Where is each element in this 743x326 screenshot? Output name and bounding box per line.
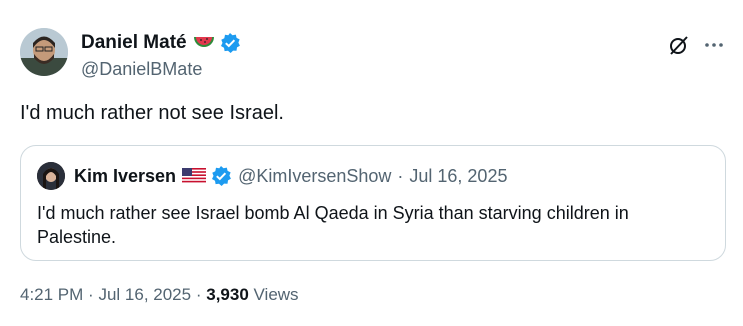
post-actions — [667, 33, 725, 57]
watermelon-icon — [193, 34, 215, 52]
more-icon[interactable] — [703, 34, 725, 56]
post-time[interactable]: 4:21 PM — [20, 285, 83, 304]
quoted-author-display-name[interactable]: Kim Iversen — [74, 166, 176, 187]
footer-separator: · — [195, 285, 202, 304]
quoted-author-handle[interactable]: @KimIversenShow — [238, 166, 391, 187]
quoted-author-avatar[interactable] — [37, 162, 65, 190]
author-avatar[interactable] — [20, 28, 68, 76]
quoted-post-text: I'd much rather see Israel bomb Al Qaeda… — [37, 203, 629, 247]
post-text: I'd much rather not see Israel. — [20, 102, 284, 124]
quoted-post[interactable]: Kim Iversen @KimIversenShow · Jul 16, 20… — [20, 145, 726, 261]
quoted-post-header: Kim Iversen @KimIversenShow · Jul 16, 20… — [37, 162, 507, 190]
us-flag-icon — [182, 168, 207, 184]
author-names: Daniel Maté @DanielBMate — [81, 31, 241, 80]
post-date[interactable]: Jul 16, 2025 — [98, 285, 191, 304]
author-display-name[interactable]: Daniel Maté — [81, 32, 187, 54]
grok-icon[interactable] — [667, 33, 691, 57]
post-footer: 4:21 PM · Jul 16, 2025 · 3,930 Views — [20, 285, 299, 305]
views-count: 3,930 — [206, 285, 249, 304]
verified-badge-icon — [219, 32, 241, 54]
quoted-verified-badge-icon — [210, 165, 232, 187]
post-header: Daniel Maté @DanielBMate — [20, 28, 725, 84]
quoted-date[interactable]: Jul 16, 2025 — [409, 166, 507, 187]
footer-separator: · — [88, 285, 94, 304]
author-handle[interactable]: @DanielBMate — [81, 59, 241, 80]
views-label: Views — [253, 285, 299, 304]
quoted-separator: · — [397, 165, 404, 186]
